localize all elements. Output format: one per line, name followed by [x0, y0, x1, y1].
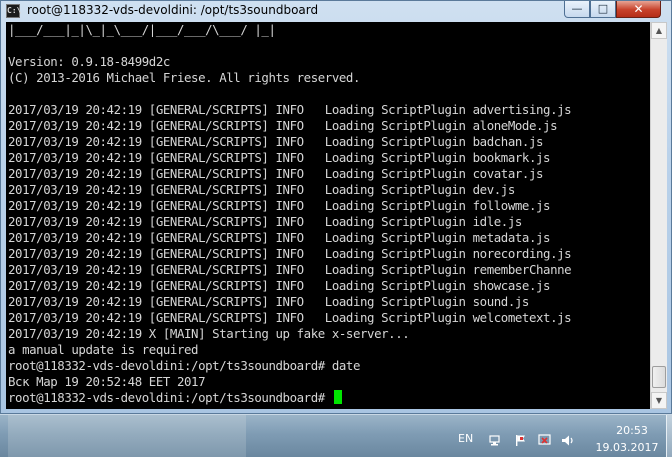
scrollbar-thumb[interactable] — [652, 366, 666, 388]
clock-date[interactable]: 19.03.2017 — [592, 441, 662, 454]
show-desktop-button[interactable] — [666, 415, 672, 457]
terminal-line: 2017/03/19 20:42:19 [GENERAL/SCRIPTS] IN… — [8, 150, 551, 165]
terminal-line: 2017/03/19 20:42:19 [GENERAL/SCRIPTS] IN… — [8, 118, 558, 133]
terminal-line: 2017/03/19 20:42:19 [GENERAL/SCRIPTS] IN… — [8, 294, 529, 309]
scroll-up-arrow-icon[interactable]: ▲ — [651, 22, 667, 39]
terminal-line: |___/___|_|\_|_\___/|___/___/\___/ |_| — [8, 22, 276, 37]
terminal-line: 2017/03/19 20:42:19 [GENERAL/SCRIPTS] IN… — [8, 310, 572, 325]
terminal-line: 2017/03/19 20:42:19 [GENERAL/SCRIPTS] IN… — [8, 278, 551, 293]
terminal-line: Вск Мар 19 20:52:48 EET 2017 — [8, 374, 206, 389]
taskbar: EN 20:53 19.03.2017 — [0, 414, 672, 457]
terminal-line: 2017/03/19 20:42:19 [GENERAL/SCRIPTS] IN… — [8, 198, 551, 213]
network-icon[interactable] — [489, 434, 503, 447]
text-cursor — [333, 390, 342, 404]
terminal-line: Version: 0.9.18-8499d2c — [8, 54, 170, 69]
terminal-line: a manual update is required — [8, 342, 199, 357]
terminal-line: (C) 2013-2016 Michael Friese. All rights… — [8, 70, 360, 85]
clock-time[interactable]: 20:53 — [606, 424, 658, 437]
terminal-line: 2017/03/19 20:42:19 [GENERAL/SCRIPTS] IN… — [8, 230, 551, 245]
terminal-app-icon[interactable]: C:\ — [6, 4, 21, 18]
prompt-line[interactable]: root@118332-vds-devoldini:/opt/ts3soundb… — [8, 390, 342, 406]
action-center-icon[interactable] — [538, 434, 552, 447]
maximize-button[interactable]: □ — [590, 1, 616, 18]
volume-icon[interactable] — [561, 434, 575, 447]
terminal-line: 2017/03/19 20:42:19 [GENERAL/SCRIPTS] IN… — [8, 102, 572, 117]
terminal-line: 2017/03/19 20:42:19 [GENERAL/SCRIPTS] IN… — [8, 134, 544, 149]
window-title: root@118332-vds-devoldini: /opt/ts3sound… — [27, 3, 319, 17]
shell-prompt: root@118332-vds-devoldini:/opt/ts3soundb… — [8, 390, 332, 405]
language-indicator[interactable]: EN — [458, 432, 473, 445]
terminal-line: root@118332-vds-devoldini:/opt/ts3soundb… — [8, 358, 360, 373]
terminal-line: 2017/03/19 20:42:19 [GENERAL/SCRIPTS] IN… — [8, 214, 522, 229]
flag-icon[interactable] — [514, 434, 528, 447]
vertical-scrollbar[interactable]: ▲ ▼ — [650, 22, 667, 409]
terminal-window: C:\ root@118332-vds-devoldini: /opt/ts3s… — [0, 0, 672, 414]
terminal-line: 2017/03/19 20:42:19 X [MAIN] Starting up… — [8, 326, 410, 341]
title-bar[interactable]: C:\ root@118332-vds-devoldini: /opt/ts3s… — [1, 1, 672, 21]
minimize-button[interactable]: — — [564, 1, 590, 18]
terminal-line: 2017/03/19 20:42:19 [GENERAL/SCRIPTS] IN… — [8, 262, 572, 277]
close-button[interactable]: ✕ — [616, 1, 661, 18]
terminal-line: 2017/03/19 20:42:19 [GENERAL/SCRIPTS] IN… — [8, 182, 515, 197]
terminal-line: 2017/03/19 20:42:19 [GENERAL/SCRIPTS] IN… — [8, 246, 572, 261]
terminal-line: 2017/03/19 20:42:19 [GENERAL/SCRIPTS] IN… — [8, 166, 544, 181]
terminal-output[interactable]: |___/___|_|\_|_\___/|___/___/\___/ |_| V… — [6, 22, 650, 409]
taskbar-window-thumbnail[interactable] — [8, 415, 246, 457]
scroll-down-arrow-icon[interactable]: ▼ — [651, 392, 667, 409]
